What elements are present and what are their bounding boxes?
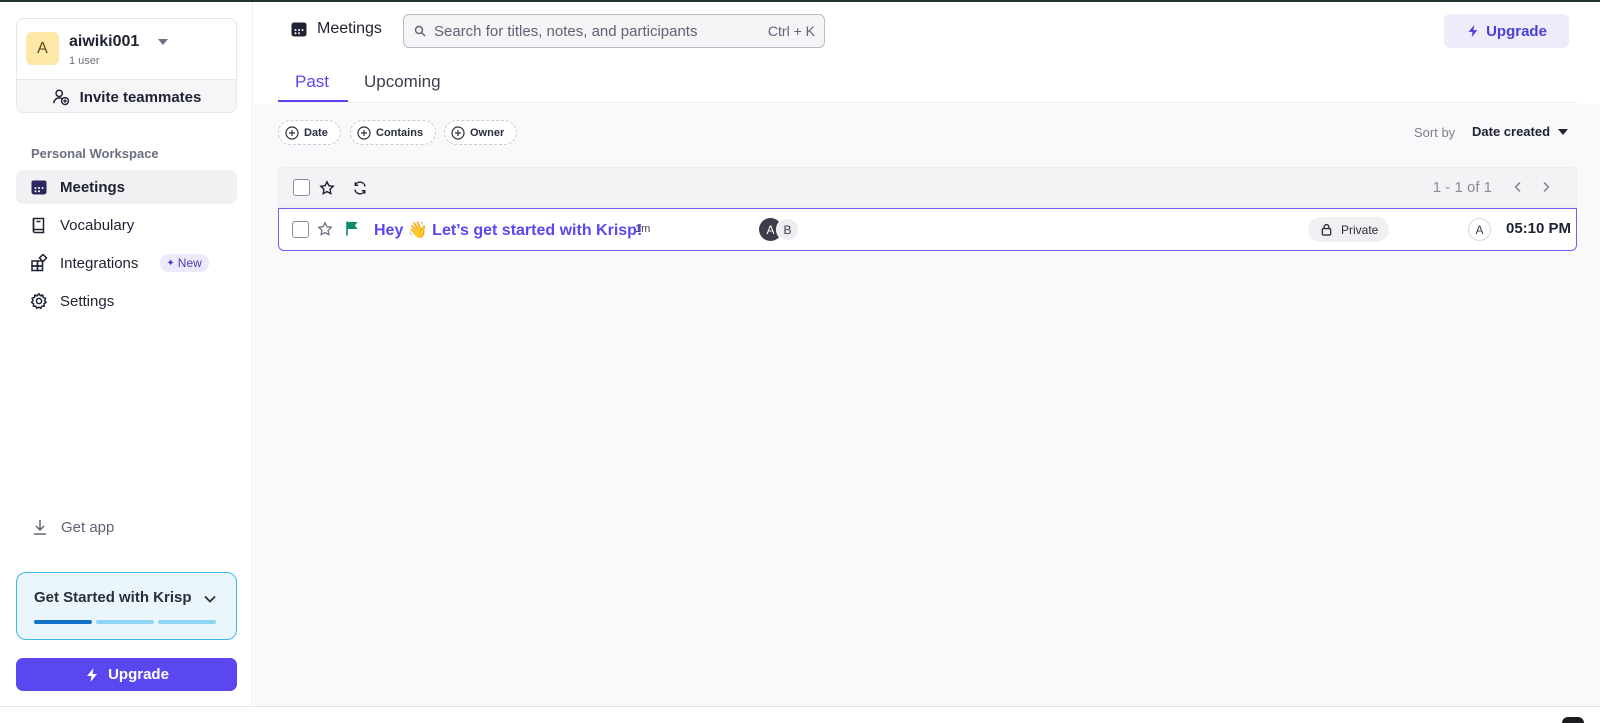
lightning-icon — [87, 667, 98, 682]
plus-circle-icon — [285, 125, 299, 140]
sidebar-item-label: Settings — [60, 292, 115, 310]
help-widget-edge[interactable] — [1562, 717, 1584, 723]
window-bottom-border — [0, 706, 1600, 707]
select-all-checkbox[interactable] — [293, 179, 310, 196]
search-input[interactable] — [434, 22, 754, 40]
get-app-label: Get app — [61, 518, 115, 536]
filter-date-button[interactable]: Date — [278, 120, 341, 145]
sidebar-item-label: Vocabulary — [60, 216, 135, 234]
new-badge-label: New — [177, 256, 202, 270]
chevron-right-icon[interactable] — [1539, 180, 1553, 194]
owner-avatar: A — [1468, 218, 1491, 241]
sort-value: Date created — [1472, 124, 1551, 139]
calendar-icon — [291, 22, 307, 37]
meeting-title[interactable]: Hey 👋 Let’s get started with Krisp! — [374, 220, 642, 240]
sidebar-item-label: Meetings — [60, 178, 126, 196]
get-started-progress — [34, 620, 216, 624]
get-started-title: Get Started with Krisp — [34, 589, 192, 606]
page-title-label: Meetings — [317, 20, 382, 37]
filter-label: Contains — [376, 126, 424, 139]
get-started-card[interactable]: Get Started with Krisp — [16, 572, 237, 640]
filter-owner-button[interactable]: Owner — [444, 120, 518, 145]
star-icon[interactable] — [317, 221, 333, 237]
header-upgrade-button[interactable]: Upgrade — [1444, 14, 1569, 48]
invite-teammates-button[interactable]: Invite teammates — [17, 79, 236, 112]
sparkle-icon: ✦ — [166, 257, 175, 269]
caret-down-icon — [1558, 128, 1569, 135]
account-switcher[interactable]: A aiwiki001 1 user — [17, 19, 236, 79]
active-tab-indicator — [278, 100, 348, 102]
progress-segment — [96, 620, 154, 624]
progress-segment-done — [34, 620, 92, 624]
filter-contains-button[interactable]: Contains — [350, 120, 437, 145]
filter-label: Owner — [470, 126, 505, 139]
refresh-icon[interactable] — [352, 180, 368, 196]
account-card: A aiwiki001 1 user Invite teammates — [16, 18, 237, 113]
book-icon — [32, 217, 45, 234]
meeting-duration: 1m — [635, 223, 651, 235]
chevron-down-icon — [204, 595, 216, 603]
new-badge: ✦ New — [160, 254, 209, 272]
participant-avatar: B — [776, 218, 799, 241]
chevron-left-icon[interactable] — [1511, 180, 1525, 194]
tab-upcoming[interactable]: Upcoming — [364, 72, 441, 92]
row-checkbox[interactable] — [292, 221, 309, 238]
sidebar-item-integrations[interactable]: Integrations ✦ New — [16, 246, 237, 280]
lightning-icon — [1468, 24, 1478, 38]
gear-icon — [30, 292, 48, 310]
search-icon — [414, 25, 426, 37]
sidebar-item-settings[interactable]: Settings — [16, 284, 237, 318]
caret-down-icon — [158, 39, 168, 45]
workspace-name: aiwiki001 — [69, 33, 140, 50]
lock-icon — [1321, 223, 1332, 236]
calendar-icon — [31, 180, 47, 195]
filter-label: Date — [304, 126, 328, 139]
meeting-time: 05:10 PM — [1506, 220, 1572, 237]
table-row[interactable]: Hey 👋 Let’s get started with Krisp! 1m A… — [278, 208, 1577, 251]
sidebar-item-vocabulary[interactable]: Vocabulary — [16, 208, 237, 242]
progress-segment — [158, 620, 216, 624]
privacy-label: Private — [1341, 222, 1379, 237]
sidebar: A aiwiki001 1 user Invite teammates Pers… — [0, 2, 253, 706]
page-title: Meetings — [290, 20, 382, 38]
download-icon — [34, 520, 46, 535]
plus-circle-icon — [357, 125, 371, 140]
upgrade-label: Upgrade — [1486, 22, 1547, 40]
workspace-avatar: A — [26, 32, 59, 65]
pagination-label: 1 - 1 of 1 — [1432, 179, 1492, 196]
workspace-user-count: 1 user — [69, 55, 100, 67]
meeting-tabs: Past Upcoming — [278, 62, 1577, 103]
search-box[interactable]: Ctrl + K — [403, 14, 825, 48]
search-shortcut-hint: Ctrl + K — [767, 23, 815, 39]
sidebar-item-label: Integrations — [60, 254, 139, 272]
workspace-section-label: Personal Workspace — [31, 146, 159, 161]
add-user-icon — [52, 89, 69, 106]
sidebar-item-meetings[interactable]: Meetings — [16, 170, 237, 204]
sidebar-upgrade-button[interactable]: Upgrade — [16, 658, 237, 691]
plus-circle-icon — [451, 125, 465, 140]
sort-dropdown[interactable]: Date created — [1472, 124, 1569, 139]
integrations-icon — [31, 254, 48, 272]
flag-icon — [346, 221, 358, 236]
upgrade-label: Upgrade — [108, 666, 169, 683]
list-toolbar: 1 - 1 of 1 — [278, 167, 1577, 208]
invite-teammates-label: Invite teammates — [79, 88, 202, 106]
get-app-link[interactable]: Get app — [31, 518, 114, 536]
star-icon[interactable] — [319, 180, 335, 196]
tab-past[interactable]: Past — [295, 72, 329, 92]
privacy-badge[interactable]: Private — [1308, 217, 1390, 242]
sort-by-label: Sort by — [1414, 125, 1456, 140]
